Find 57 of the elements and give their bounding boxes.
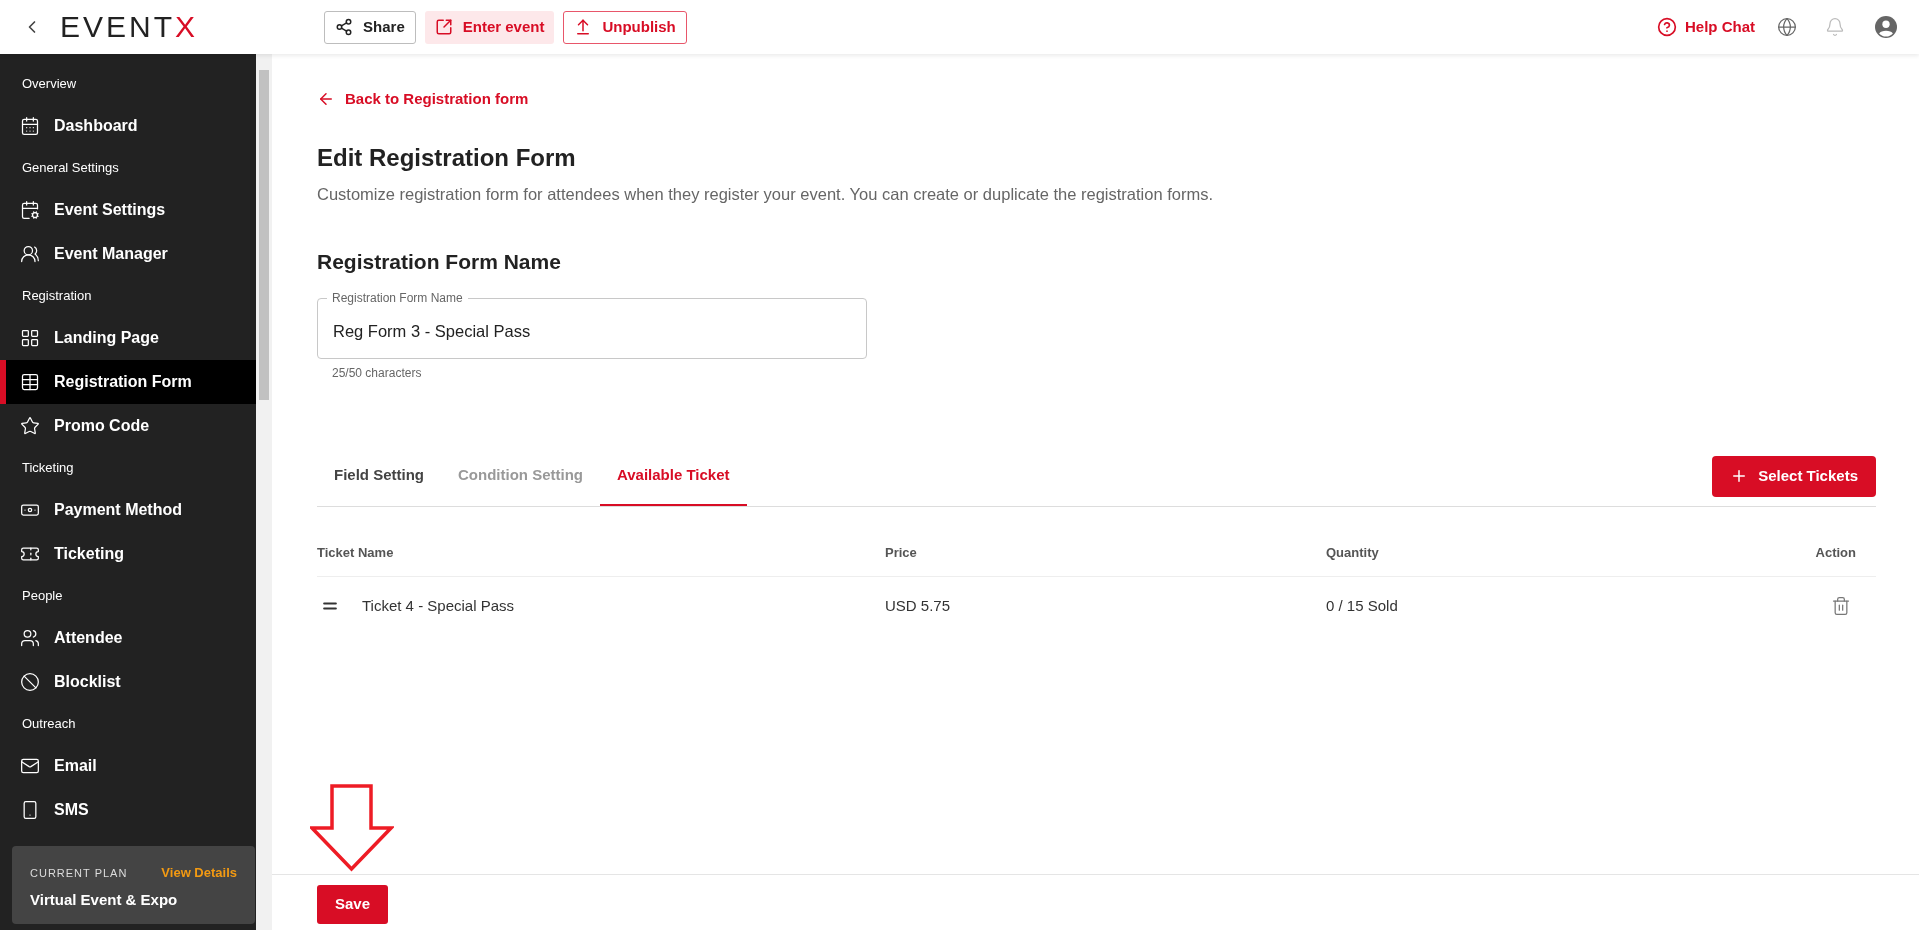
toolbar-button[interactable]: Enter event (424, 10, 555, 44)
logo: EVENTX (60, 12, 199, 42)
sidebar-item[interactable]: Payment Method (0, 488, 256, 532)
grid-icon (20, 328, 40, 348)
table-cell-text: 0 / 15 Sold (1326, 595, 1399, 616)
star-icon (20, 416, 40, 436)
sidebar-item[interactable]: Promo Code (0, 404, 256, 448)
table-icon (20, 372, 40, 392)
column-header: Price (885, 543, 918, 562)
mail-icon (20, 756, 40, 776)
section-title: Registration Form Name (317, 249, 562, 276)
column-header: Action (1815, 543, 1857, 562)
page-description: Customize registration form for attendees when they register your event. You can create or duplicate the registration forms. (317, 183, 1215, 205)
section-label: Registration (22, 287, 92, 306)
page-title: Edit Registration Form (317, 142, 577, 173)
sidebar-item[interactable]: Email (0, 744, 256, 788)
sidebar-item[interactable]: Ticketing (0, 532, 256, 576)
people-icon (20, 244, 40, 264)
globe-icon[interactable] (1777, 17, 1797, 37)
table-cell-text: USD 5.75 (885, 595, 952, 616)
plan-name: Virtual Event & Expo (30, 889, 179, 910)
toolbar-button[interactable]: Share (324, 10, 416, 44)
section-label: Ticketing (22, 459, 74, 478)
section-label: People (22, 587, 63, 606)
select-tickets-button[interactable]: Select Tickets (1712, 455, 1876, 497)
sidebar-item[interactable]: Event Manager (0, 232, 256, 276)
plan-caption: CURRENT PLAN (30, 865, 128, 881)
view-details-link[interactable]: View Details (161, 863, 237, 883)
sidebar-item[interactable]: Landing Page (0, 316, 256, 360)
sidebar-item[interactable]: Attendee (0, 616, 256, 660)
users-icon (20, 628, 40, 648)
calendar-gear-icon (20, 200, 40, 220)
section-label: Overview (22, 75, 77, 94)
save-button[interactable]: Save (317, 885, 388, 924)
sidebar-item[interactable]: Dashboard (0, 104, 256, 148)
help-chat-button[interactable]: Help Chat (1657, 15, 1755, 39)
column-header: Ticket Name (317, 543, 395, 562)
column-header: Quantity (1326, 543, 1380, 562)
sidebar-item[interactable]: Registration Form (0, 360, 256, 404)
calendar-icon (20, 116, 40, 136)
section-label: Outreach (22, 715, 76, 734)
toolbar-button[interactable]: Unpublish (563, 10, 687, 44)
external-link-icon (434, 18, 453, 36)
table-cell-text: Ticket 4 - Special Pass (362, 595, 514, 616)
tab[interactable]: Available Ticket (600, 446, 747, 506)
character-count: 25/50 characters (332, 364, 423, 382)
sidebar-item[interactable]: Event Settings (0, 188, 256, 232)
blocked-icon (20, 672, 40, 692)
delete-icon[interactable] (1831, 595, 1851, 616)
share-icon (335, 18, 354, 36)
back-link[interactable]: Back to Registration form (317, 88, 529, 111)
avatar-icon[interactable] (1875, 16, 1897, 38)
help-icon (1657, 17, 1677, 37)
sidebar-item[interactable]: SMS (0, 788, 256, 832)
sidebar-item[interactable]: Blocklist (0, 660, 256, 704)
tab[interactable]: Field Setting (317, 446, 441, 506)
section-label: General Settings (22, 159, 119, 178)
